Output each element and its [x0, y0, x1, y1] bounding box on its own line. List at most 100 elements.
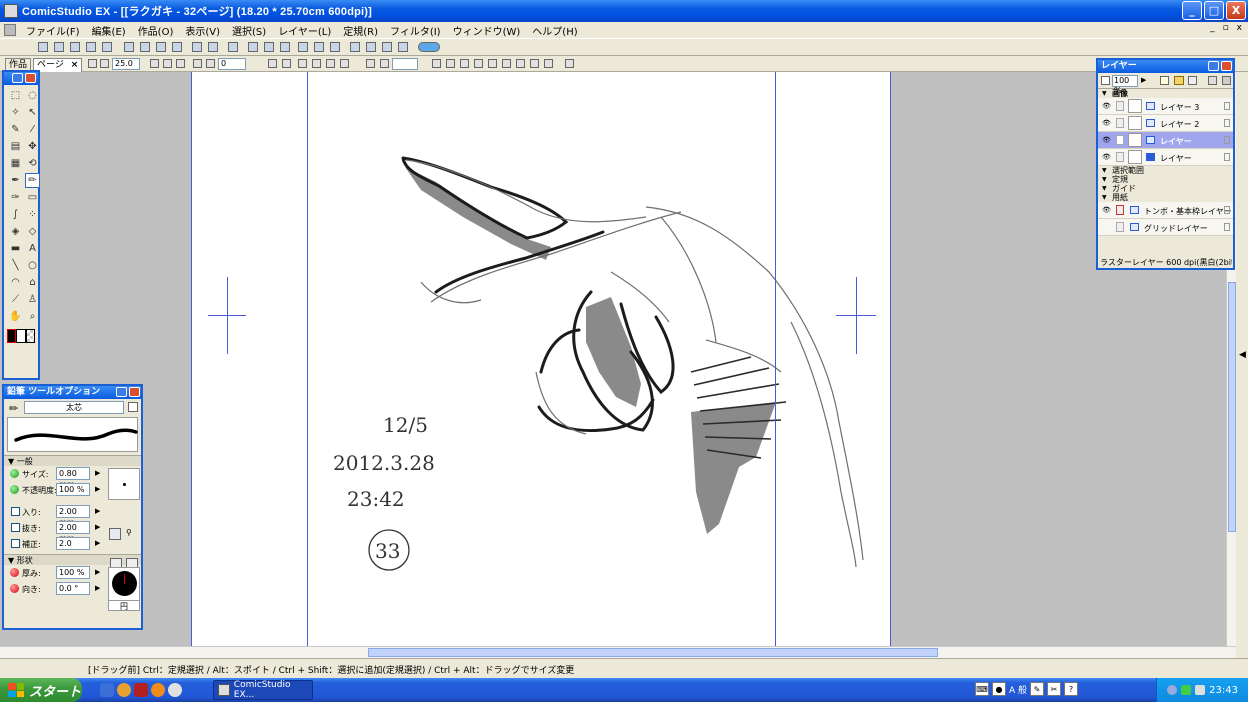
- ime-tool-icon[interactable]: ✂: [1047, 682, 1062, 696]
- folder-paper[interactable]: 用紙: [1098, 193, 1233, 202]
- preset-menu-icon[interactable]: [128, 402, 138, 412]
- layer-row-selected[interactable]: 👁 レイヤー: [1098, 132, 1233, 149]
- show-desktop-icon[interactable]: [100, 683, 114, 697]
- menu-ruler[interactable]: 定規(R): [337, 23, 384, 38]
- snap-guide-icon[interactable]: [326, 59, 335, 68]
- view-story-icon[interactable]: [280, 42, 290, 52]
- tab-close-icon[interactable]: ×: [71, 60, 79, 70]
- horizontal-scrollbar[interactable]: [0, 646, 1236, 658]
- correction-checkbox[interactable]: [11, 539, 20, 548]
- palette-icon[interactable]: [350, 42, 360, 52]
- folder-guide[interactable]: ガイド: [1098, 184, 1233, 193]
- rotate-right-icon[interactable]: [206, 59, 215, 68]
- network-icon[interactable]: [1167, 685, 1178, 695]
- view-page-icon[interactable]: [248, 42, 258, 52]
- visibility-eye-icon[interactable]: 👁: [1102, 136, 1111, 144]
- layer-palette-close[interactable]: [1221, 61, 1232, 71]
- text-tool-icon[interactable]: A: [25, 241, 40, 256]
- ime-mode-label[interactable]: A 般: [1009, 683, 1027, 696]
- dock-expand-icon[interactable]: ◀: [1239, 350, 1246, 360]
- folder-image[interactable]: 画像: [1098, 89, 1233, 98]
- media-icon[interactable]: [134, 683, 148, 697]
- correction-input[interactable]: 2.0: [56, 537, 90, 550]
- edit-target-icon[interactable]: [1116, 205, 1124, 215]
- undo-icon[interactable]: [192, 42, 202, 52]
- speed-icon[interactable]: ⚲: [126, 528, 132, 537]
- duplicate-layer-icon[interactable]: [1188, 76, 1197, 85]
- mdi-close-button[interactable]: x: [1237, 23, 1242, 33]
- in-checkbox[interactable]: [11, 507, 20, 516]
- layer-options-icon[interactable]: [1224, 119, 1230, 127]
- rotation-field[interactable]: 0: [218, 58, 246, 70]
- visibility-eye-icon[interactable]: 👁: [1102, 153, 1111, 161]
- fit-window-icon[interactable]: [163, 59, 172, 68]
- tool-palette-close[interactable]: [25, 73, 36, 83]
- zoom-in-icon[interactable]: [150, 59, 159, 68]
- brush-tool-icon[interactable]: ∫: [8, 207, 23, 222]
- layer-row[interactable]: 👁 レイヤー 3: [1098, 98, 1233, 115]
- gradient-tool-icon[interactable]: ▬: [8, 241, 23, 256]
- online-icon[interactable]: [418, 42, 440, 52]
- select-pen-tool-icon[interactable]: ✎: [8, 122, 23, 137]
- menu-work[interactable]: 作品(O): [132, 23, 180, 38]
- size-arrow-icon[interactable]: ▶: [95, 469, 100, 477]
- layer-row[interactable]: 👁 トンボ・基本枠レイヤー: [1098, 202, 1233, 219]
- eyedropper-tool-icon[interactable]: ⁄: [25, 122, 40, 137]
- opacity-input[interactable]: 100 %: [56, 483, 90, 496]
- horizontal-scroll-thumb[interactable]: [368, 648, 938, 657]
- line-tool-icon[interactable]: ╲: [8, 258, 23, 273]
- thickness-arrow-icon[interactable]: ▶: [95, 568, 100, 576]
- menu-view[interactable]: 表示(V): [179, 23, 226, 38]
- menu-edit[interactable]: 編集(E): [86, 23, 132, 38]
- close-button[interactable]: X: [1226, 1, 1246, 20]
- browser-icon[interactable]: [117, 683, 131, 697]
- edit-target-icon[interactable]: [1116, 222, 1124, 232]
- snap-special-icon[interactable]: [340, 59, 349, 68]
- flip-horizontal-icon[interactable]: [268, 59, 277, 68]
- ruler-concentric-icon[interactable]: [488, 59, 497, 68]
- cut-icon[interactable]: [124, 42, 134, 52]
- visibility-eye-icon[interactable]: 👁: [1102, 206, 1111, 214]
- hand-tool-icon[interactable]: ✋: [8, 309, 23, 324]
- firefox-icon[interactable]: [151, 683, 165, 697]
- ruler-focus-icon[interactable]: [474, 59, 483, 68]
- transparent-color-swatch[interactable]: [25, 329, 35, 343]
- open-icon[interactable]: [70, 42, 80, 52]
- save-all-icon[interactable]: [102, 42, 112, 52]
- clock-text[interactable]: 23:43: [1209, 685, 1238, 696]
- actual-size-icon[interactable]: [176, 59, 185, 68]
- hidden-eye-icon[interactable]: [1102, 223, 1111, 231]
- layer-row[interactable]: グリッドレイヤー: [1098, 219, 1233, 236]
- out-input[interactable]: 2.00 mm: [56, 521, 90, 543]
- layer-row[interactable]: 👁 レイヤー 2: [1098, 115, 1233, 132]
- layer-row[interactable]: 👁 レイヤー: [1098, 149, 1233, 166]
- lock-layer-icon[interactable]: [1208, 76, 1217, 85]
- layer-move-tool-icon[interactable]: ▤: [8, 139, 23, 154]
- app-icon[interactable]: [4, 4, 18, 18]
- out-checkbox[interactable]: [11, 523, 20, 532]
- menu-file[interactable]: ファイル(F): [20, 23, 86, 38]
- menu-window[interactable]: ウィンドウ(W): [447, 23, 527, 38]
- layer-options-icon[interactable]: [1224, 223, 1230, 231]
- manuscript-page[interactable]: 12/5 2012.3.28 23:42 33: [191, 72, 891, 646]
- color-swatches[interactable]: [7, 329, 35, 343]
- ruler-symmetry-icon[interactable]: [516, 59, 525, 68]
- mdi-minimize-button[interactable]: _: [1210, 23, 1215, 33]
- snap-ruler-icon[interactable]: [298, 59, 307, 68]
- visibility-eye-icon[interactable]: 👁: [1102, 119, 1111, 127]
- zoom-tool-icon[interactable]: ⌕: [25, 309, 40, 324]
- pencil-tool-icon[interactable]: ✏: [25, 173, 40, 188]
- layer-options-icon[interactable]: [1224, 153, 1230, 161]
- redo-icon[interactable]: [208, 42, 218, 52]
- correction-arrow-icon[interactable]: ▶: [95, 539, 100, 547]
- document-icon[interactable]: [4, 24, 16, 36]
- preview-field[interactable]: [392, 58, 418, 70]
- layer-palette-header[interactable]: レイヤー: [1098, 60, 1233, 73]
- taskbar-item-comicstudio[interactable]: ComicStudio EX...: [213, 680, 313, 700]
- new-icon[interactable]: [38, 42, 48, 52]
- window-tile-icon[interactable]: [298, 42, 308, 52]
- fill-pen-tool-icon[interactable]: ◇: [25, 224, 40, 239]
- transform-tool-icon[interactable]: ⟲: [25, 156, 40, 171]
- ime-app-icon[interactable]: ●: [992, 682, 1006, 696]
- in-arrow-icon[interactable]: ▶: [95, 507, 100, 515]
